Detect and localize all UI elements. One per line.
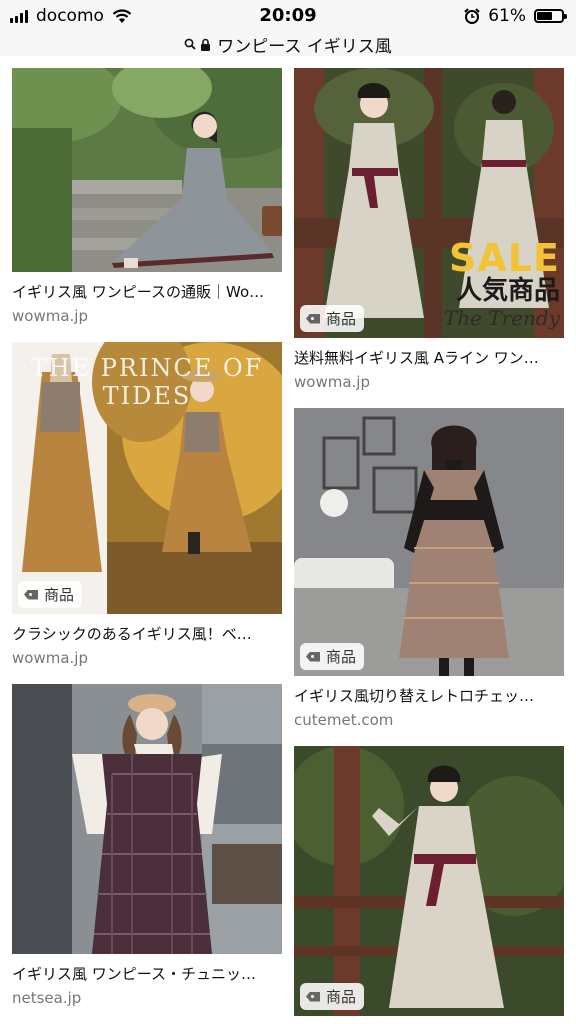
result-image[interactable]: 商品 [294, 746, 564, 1016]
battery-icon [534, 9, 567, 23]
sale-overlay: SALE 人気商品 The Trendy [443, 236, 560, 330]
result-card[interactable]: SALE 人気商品 The Trendy 商品 送料無料イギリス風 Aライン ワ… [294, 68, 564, 392]
result-image[interactable]: SALE 人気商品 The Trendy 商品 [294, 68, 564, 338]
result-title[interactable]: イギリス風 ワンピース・チュニッ… [12, 964, 282, 984]
result-source: wowma.jp [294, 373, 370, 391]
results-column-left: イギリス風 ワンピースの通販｜Wo… wowma.jp THE PRINCE O… [12, 68, 282, 1024]
checked-dress-photo [294, 408, 564, 676]
tag-icon [306, 991, 320, 1002]
result-image[interactable] [12, 684, 282, 954]
result-title[interactable]: イギリス風 ワンピースの通販｜Wo… [12, 282, 282, 302]
badge-label: 商品 [326, 648, 357, 666]
url-icons [184, 38, 211, 51]
result-card[interactable]: イギリス風 ワンピースの通販｜Wo… wowma.jp [12, 68, 282, 326]
lock-icon [201, 38, 211, 51]
result-card[interactable]: 商品 [294, 746, 564, 1016]
result-source: wowma.jp [12, 307, 88, 325]
image-results: イギリス風 ワンピースの通販｜Wo… wowma.jp THE PRINCE O… [0, 56, 576, 1024]
result-source: cutemet.com [294, 711, 394, 729]
product-badge: 商品 [300, 983, 365, 1010]
photo-banner-text: THE PRINCE OF TIDES [30, 354, 264, 410]
tag-icon [306, 313, 320, 324]
result-image[interactable]: THE PRINCE OF TIDES 商品 [12, 342, 282, 614]
garden-dress-photo [12, 68, 282, 272]
result-source: netsea.jp [12, 989, 82, 1007]
sale-text: SALE [449, 236, 560, 280]
alarm-icon [464, 8, 480, 24]
popular-item-text: 人気商品 [455, 276, 560, 306]
result-title[interactable]: クラシックのあるイギリス風！ベ… [12, 624, 282, 644]
result-card[interactable]: イギリス風 ワンピース・チュニッ… netsea.jp [12, 684, 282, 1008]
badge-label: 商品 [44, 586, 75, 604]
product-badge: 商品 [300, 643, 365, 670]
result-title[interactable]: 送料無料イギリス風 Aライン ワン… [294, 348, 564, 368]
plaid-pinafore-photo [12, 684, 282, 954]
tag-icon [306, 651, 320, 662]
result-image[interactable]: 商品 [294, 408, 564, 676]
badge-label: 商品 [326, 310, 357, 328]
battery-percent: 61% [488, 6, 526, 26]
sash-dress-photo [294, 746, 564, 1016]
status-right: 61% [464, 6, 567, 26]
results-column-right: SALE 人気商品 The Trendy 商品 送料無料イギリス風 Aライン ワ… [294, 68, 564, 1024]
search-icon [184, 38, 196, 50]
result-image[interactable] [12, 68, 282, 272]
result-title[interactable]: イギリス風切り替えレトロチェッ… [294, 686, 564, 706]
result-source: wowma.jp [12, 649, 88, 667]
battery-level [537, 12, 552, 20]
trendy-text: The Trendy [443, 306, 560, 330]
address-bar[interactable]: ワンピース イギリス風 [0, 32, 576, 57]
search-query: ワンピース イギリス風 [217, 36, 392, 57]
result-card[interactable]: THE PRINCE OF TIDES 商品 クラシックのあるイギリス風！ベ… … [12, 342, 282, 668]
tag-icon [24, 589, 38, 600]
product-badge: 商品 [18, 581, 83, 608]
result-card[interactable]: 商品 イギリス風切り替えレトロチェッ… cutemet.com [294, 408, 564, 730]
product-badge: 商品 [300, 305, 365, 332]
badge-label: 商品 [326, 988, 357, 1006]
status-bar: docomo 20:09 61% [0, 0, 576, 32]
